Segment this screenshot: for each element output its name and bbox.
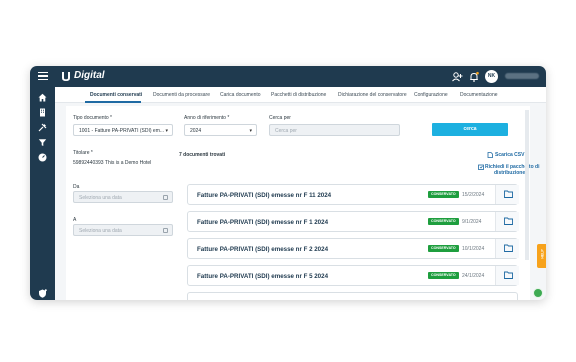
sidebar (30, 87, 55, 300)
titolare-value: 59892440393 This is a Demo Hotel (73, 160, 152, 166)
status-badge: CONSERVATO (428, 245, 459, 252)
calendar-icon (163, 228, 168, 233)
titolare-label: Titolare * (73, 150, 93, 156)
titolare-select[interactable]: 59892440393 This is a Demo Hotel (73, 157, 173, 169)
tab-carica-documento[interactable]: Carica documento (220, 92, 261, 98)
anno-select[interactable]: 2024 ▾ (184, 124, 257, 136)
document-date: 24/1/2024 (462, 273, 485, 279)
document-row[interactable]: Fatture PA-PRIVATI (SDI) emesse nr F 2 2… (187, 238, 519, 259)
download-csv-icon (487, 152, 493, 158)
username-blurred[interactable] (505, 73, 539, 79)
home-icon[interactable] (38, 93, 47, 102)
tab-pacchetti-distribuzione[interactable]: Pacchetti di distribuzione (271, 92, 326, 98)
avatar[interactable]: NK (485, 70, 498, 83)
status-badge: CONSERVATO (428, 272, 459, 279)
scrollbar-track[interactable] (525, 110, 529, 260)
document-date: 15/2/2024 (462, 192, 485, 198)
open-folder-button[interactable] (495, 266, 519, 285)
document-title[interactable]: Fatture PA-PRIVATI (SDI) emesse nr F 2 2… (197, 246, 328, 253)
chevron-down-icon: ▾ (165, 128, 168, 134)
active-tab-indicator (85, 101, 141, 103)
tab-bar: Documenti conservati Documenti da proces… (55, 87, 546, 103)
document-date: 9/1/2024 (462, 219, 482, 225)
cerca-per-input[interactable]: Cerca per (269, 124, 400, 136)
menu-icon[interactable] (38, 72, 48, 80)
document-title[interactable]: Fatture PA-PRIVATI (SDI) emesse nr F 1 2… (197, 219, 328, 226)
da-date-input[interactable]: Seleziona una data (73, 191, 173, 203)
tab-configurazione[interactable]: Configurazione (414, 92, 448, 98)
help-tab[interactable]: HELP (537, 244, 546, 268)
cerca-button[interactable]: cerca (432, 123, 508, 136)
package-icon (478, 164, 484, 170)
document-row[interactable]: Fatture PA-PRIVATI (SDI) emesse nr F 1 2… (187, 211, 519, 232)
document-date: 10/1/2024 (462, 246, 485, 252)
cerca-per-label: Cerca per (269, 115, 291, 121)
open-folder-button[interactable] (495, 239, 519, 258)
open-folder-button[interactable] (495, 185, 519, 204)
help-label: HELP (540, 249, 545, 259)
tools-icon[interactable] (38, 123, 47, 132)
logo-icon (62, 72, 70, 81)
anno-label: Anno di riferimento * (184, 115, 230, 121)
scarica-csv-link[interactable]: Scarica CSV (495, 152, 524, 158)
status-badge: CONSERVATO (428, 191, 459, 198)
tipo-documento-label: Tipo documento * (73, 115, 113, 121)
bell-icon[interactable] (468, 71, 480, 83)
document-row[interactable]: Fatture PA-PRIVATI (SDI) emesse nr F 11 … (187, 184, 519, 205)
document-row-partial[interactable] (187, 292, 518, 300)
document-title[interactable]: Fatture PA-PRIVATI (SDI) emesse nr F 5 2… (197, 273, 328, 280)
richiedi-pacchetto-link-2[interactable]: distribuzione (494, 170, 525, 176)
calendar-icon (163, 195, 168, 200)
tipo-documento-value: 1001 - Fatture PA-PRIVATI (SDI) em... (79, 128, 165, 134)
document-title[interactable]: Fatture PA-PRIVATI (SDI) emesse nr F 11 … (197, 192, 331, 199)
chat-button[interactable] (533, 288, 543, 298)
tab-documenti-da-processare[interactable]: Documenti da processare (153, 92, 210, 98)
status-badge: CONSERVATO (428, 218, 459, 225)
chevron-down-icon: ▾ (249, 128, 252, 134)
add-user-icon[interactable] (451, 71, 463, 83)
tab-documentazione[interactable]: Documentazione (460, 92, 498, 98)
da-label: Da (73, 184, 80, 190)
folder-icon (504, 217, 513, 225)
document-row[interactable]: Fatture PA-PRIVATI (SDI) emesse nr F 5 2… (187, 265, 519, 286)
app-name: Digital (74, 70, 105, 81)
folder-icon (504, 271, 513, 279)
a-date-input[interactable]: Seleziona una data (73, 224, 173, 236)
app-window: Digital NK Documenti conservati Document… (30, 66, 546, 300)
top-bar: Digital NK (30, 66, 546, 87)
shield-icon[interactable] (38, 289, 47, 298)
open-folder-button[interactable] (495, 212, 519, 231)
filter-icon[interactable] (38, 138, 47, 147)
results-count: 7 documenti trovati (179, 152, 226, 158)
tipo-documento-select[interactable]: 1001 - Fatture PA-PRIVATI (SDI) em... ▾ (73, 124, 173, 136)
a-placeholder: Seleziona una data (79, 228, 122, 234)
dashboard-icon[interactable] (38, 153, 47, 162)
tab-dichiarazione-conservatore[interactable]: Dichiarazione del conservatore (338, 92, 407, 98)
building-icon[interactable] (38, 108, 47, 117)
anno-value: 2024 (190, 128, 202, 134)
tab-documenti-conservati[interactable]: Documenti conservati (90, 92, 142, 98)
folder-icon (504, 190, 513, 198)
da-placeholder: Seleziona una data (79, 195, 122, 201)
a-label: A (73, 217, 77, 223)
folder-icon (504, 244, 513, 252)
